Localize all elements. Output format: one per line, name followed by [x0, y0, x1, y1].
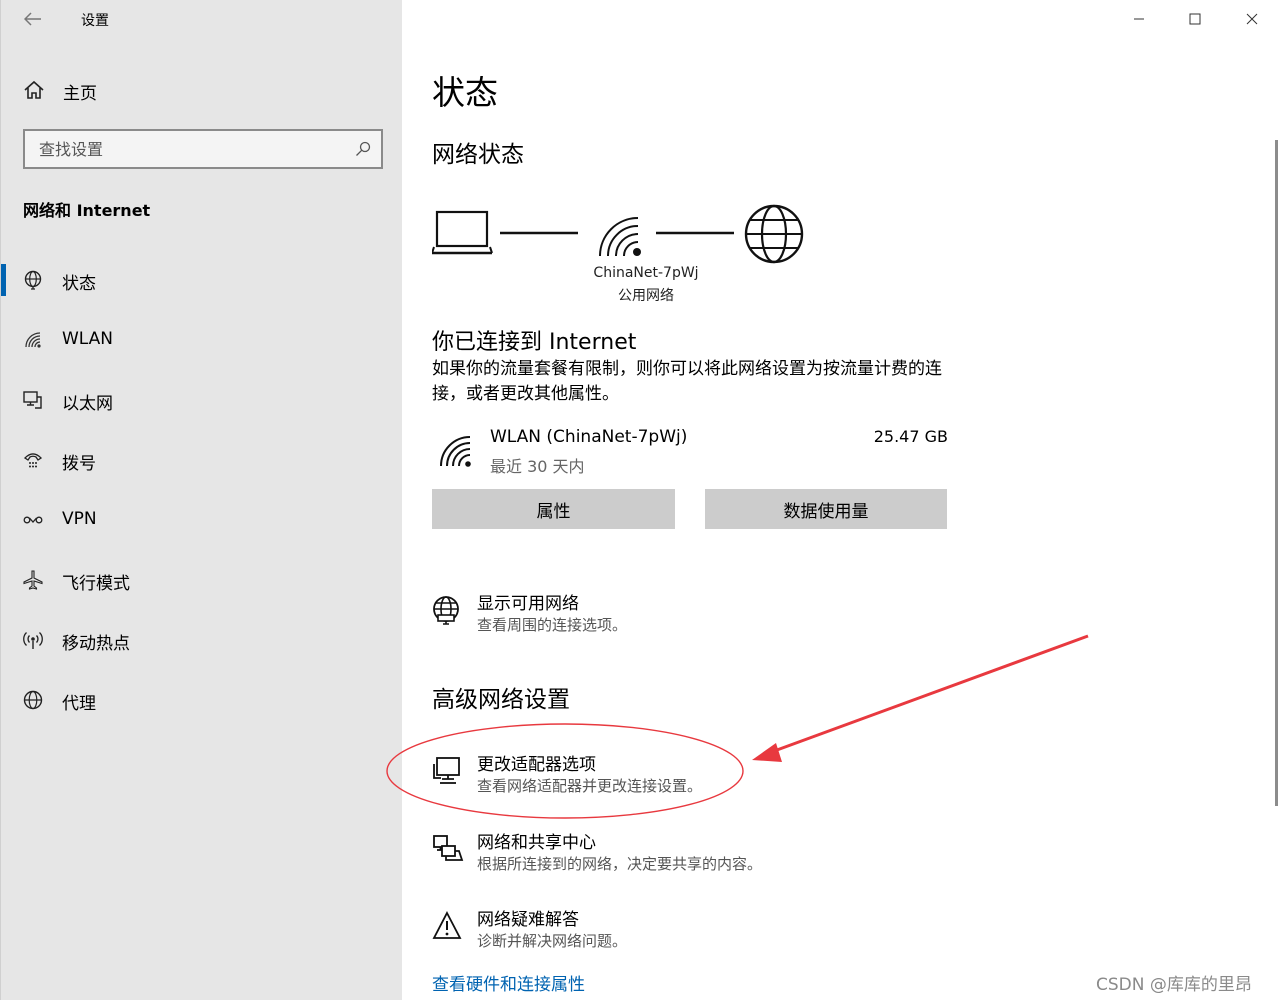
network-troubleshooter-title: 网络疑难解答 [477, 910, 579, 930]
ethernet-icon [23, 391, 42, 409]
monitor-adapter-icon [433, 757, 460, 784]
sidebar-item-proxy[interactable]: 代理 [1, 678, 403, 722]
usage-amount: 25.47 GB [873, 427, 948, 446]
wifi-signal-icon [599, 217, 641, 257]
wifi-icon [440, 436, 471, 467]
back-button[interactable] [19, 6, 47, 32]
network-status-heading: 网络状态 [432, 142, 524, 168]
internet-globe-icon [744, 204, 804, 264]
sidebar-item-status[interactable]: 状态 [1, 258, 403, 302]
sharing-center-icon [433, 835, 464, 861]
network-globe-icon [433, 596, 459, 625]
network-troubleshooter-subtitle: 诊断并解决网络问题。 [477, 932, 628, 950]
network-sharing-center-title: 网络和共享中心 [477, 833, 596, 853]
home-label: 主页 [63, 84, 97, 104]
sidebar-item-label: 移动热点 [62, 634, 130, 654]
status-globe-icon [24, 270, 42, 290]
sidebar-item-label: 状态 [62, 274, 96, 294]
sidebar-item-label: WLAN [62, 329, 114, 349]
back-arrow-icon [24, 12, 41, 26]
change-adapter-options-subtitle: 查看网络适配器并更改连接设置。 [477, 777, 703, 795]
search-box[interactable] [23, 129, 383, 169]
sidebar-item-airplane[interactable]: 飞行模式 [1, 558, 403, 602]
data-usage-button[interactable]: 数据使用量 [705, 489, 947, 529]
search-icon[interactable] [355, 141, 371, 157]
page-title: 状态 [432, 73, 498, 112]
main-content: 状态 网络状态 ChinaNet-7pWj 公用网络 你已连接到 Interne… [402, 0, 1281, 1000]
connected-description: 如果你的流量套餐有限制，则你可以将此网络设置为按流量计费的连接，或者更改其他属性… [432, 359, 942, 404]
network-troubleshooter-link[interactable]: 网络疑难解答 诊断并解决网络问题。 [432, 905, 932, 955]
change-adapter-options-title: 更改适配器选项 [477, 755, 596, 775]
advanced-heading: 高级网络设置 [432, 687, 570, 713]
sidebar-item-label: 代理 [62, 694, 96, 714]
usage-row: WLAN (ChinaNet-7pWj) 最近 30 天内 25.47 GB [432, 424, 948, 478]
sidebar-item-label: 拨号 [62, 454, 96, 474]
properties-button[interactable]: 属性 [432, 489, 675, 529]
show-networks-title: 显示可用网络 [477, 594, 579, 614]
change-adapter-options-link[interactable]: 更改适配器选项 查看网络适配器并更改连接设置。 [432, 750, 932, 800]
search-input[interactable] [27, 133, 347, 165]
wifi-icon [25, 332, 41, 348]
home-icon [24, 80, 44, 99]
sidebar-item-label: VPN [62, 509, 97, 529]
sidebar-item-label: 以太网 [62, 394, 113, 414]
sidebar-item-wlan[interactable]: WLAN [1, 318, 403, 362]
network-sharing-center-subtitle: 根据所连接到的网络，决定要共享的内容。 [477, 855, 763, 873]
hotspot-icon [23, 632, 43, 649]
airplane-icon [23, 570, 43, 590]
sidebar-item-home[interactable]: 主页 [1, 70, 403, 110]
show-networks-link[interactable]: 显示可用网络 查看周围的连接选项。 [432, 589, 932, 639]
network-type: 公用网络 [618, 288, 674, 304]
usage-network-name: WLAN (ChinaNet-7pWj) [490, 427, 688, 447]
dialup-icon [23, 453, 43, 468]
network-diagram-graphic [431, 204, 804, 264]
proxy-globe-icon [23, 690, 43, 710]
sidebar-item-label: 飞行模式 [62, 574, 130, 594]
network-name: ChinaNet-7pWj [593, 265, 699, 281]
sidebar-item-vpn[interactable]: VPN [1, 498, 403, 542]
usage-period: 最近 30 天内 [490, 457, 585, 476]
sidebar-item-hotspot[interactable]: 移动热点 [1, 618, 403, 662]
network-sharing-center-link[interactable]: 网络和共享中心 根据所连接到的网络，决定要共享的内容。 [432, 828, 932, 878]
watermark: CSDN @库库的里昂 [1096, 975, 1252, 995]
sidebar-item-dialup[interactable]: 拨号 [1, 438, 403, 482]
connected-heading: 你已连接到 Internet [432, 330, 637, 355]
hardware-properties-link[interactable]: 查看硬件和连接属性 [432, 970, 585, 995]
network-diagram: ChinaNet-7pWj 公用网络 [431, 200, 812, 310]
sidebar: 设置 主页 网络和 Internet 状态 WLAN 以太网 拨号 VPN 飞行… [0, 0, 402, 1000]
app-title: 设置 [81, 13, 109, 29]
show-networks-subtitle: 查看周围的连接选项。 [477, 616, 628, 634]
warning-icon [432, 911, 462, 939]
sidebar-item-ethernet[interactable]: 以太网 [1, 378, 403, 422]
section-title: 网络和 Internet [23, 201, 151, 220]
laptop-icon [431, 210, 493, 255]
vpn-icon [23, 516, 43, 524]
